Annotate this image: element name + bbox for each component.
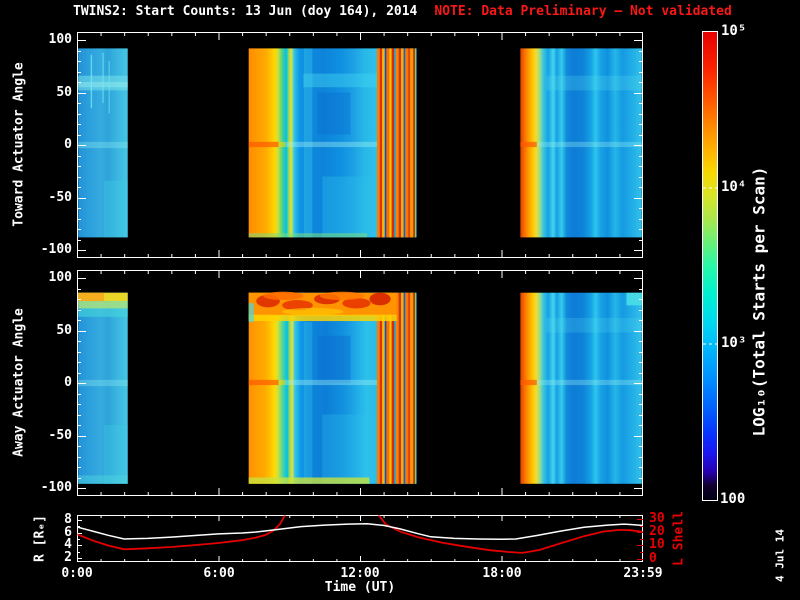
plot-canvas: TWINS2: Start Counts: 13 Jun (doy 164), … bbox=[0, 0, 800, 600]
ytick-toward--50: -50 bbox=[48, 190, 72, 205]
ytick-toward-100: 100 bbox=[48, 32, 72, 47]
x-axis-label-time: Time (UT) bbox=[324, 580, 396, 595]
ytick-away-100: 100 bbox=[48, 270, 72, 285]
ytick-away-0: 0 bbox=[64, 375, 72, 390]
ytick-r-2: 2 bbox=[64, 550, 72, 565]
ytick-toward-0: 0 bbox=[64, 137, 72, 152]
colorbar-label: LOG₁₀(Total Starts per Scan) bbox=[749, 166, 769, 437]
axis-panel3 bbox=[77, 515, 643, 562]
colorbar-tick-1e5: 10⁵ bbox=[721, 23, 747, 39]
colorbar bbox=[702, 31, 718, 501]
colorbar-tick-100: 100 bbox=[720, 491, 746, 507]
ytick-lshell-10: 10 bbox=[649, 537, 665, 552]
ytick-lshell-0: 0 bbox=[649, 551, 657, 566]
spectrogram-toward bbox=[78, 48, 642, 238]
colorbar-tick-1e4: 10⁴ bbox=[721, 179, 747, 195]
xtick-0:00: 0:00 bbox=[61, 566, 93, 581]
xtick-23:59: 23:59 bbox=[623, 566, 663, 581]
title-main: TWINS2: Start Counts: 13 Jun (doy 164), … bbox=[73, 4, 418, 19]
ytick-away--50: -50 bbox=[48, 428, 72, 443]
plot-title: TWINS2: Start Counts: 13 Jun (doy 164), … bbox=[73, 4, 732, 19]
ytick-away--100: -100 bbox=[40, 480, 72, 495]
xtick-18:00: 18:00 bbox=[482, 566, 522, 581]
date-stamp: 4 Jul 14 bbox=[773, 529, 787, 582]
r-line bbox=[77, 523, 643, 541]
xtick-12:00: 12:00 bbox=[340, 566, 380, 581]
spectrogram-away bbox=[78, 291, 642, 484]
ytick-away-50: 50 bbox=[56, 323, 72, 338]
xtick-6:00: 6:00 bbox=[203, 566, 235, 581]
colorbar-tick-1e3: 10³ bbox=[721, 335, 747, 351]
ytick-toward-50: 50 bbox=[56, 85, 72, 100]
title-note: NOTE: Data Preliminary – Not validated bbox=[434, 4, 732, 19]
ytick-toward--100: -100 bbox=[40, 242, 72, 257]
